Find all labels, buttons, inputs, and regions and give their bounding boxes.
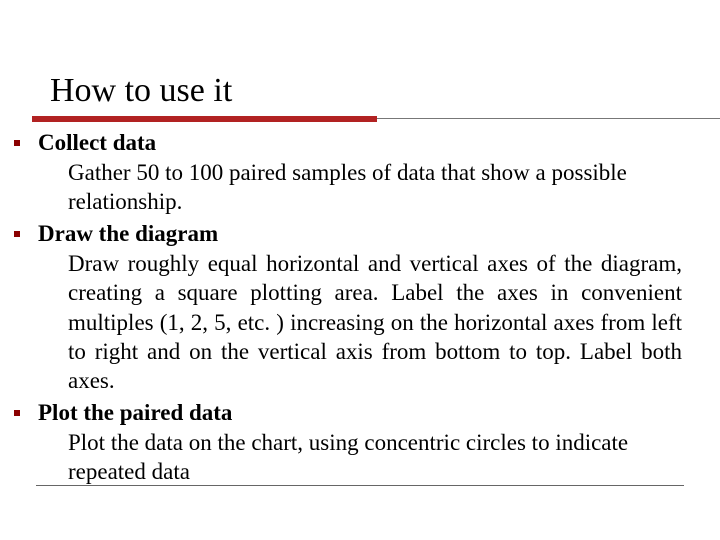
title-area: How to use it [0, 0, 720, 122]
title-rule-red [32, 116, 377, 122]
list-item: Collect data Gather 50 to 100 paired sam… [14, 128, 684, 217]
list-item: Plot the paired data Plot the data on th… [14, 398, 684, 487]
item-heading: Collect data [38, 128, 684, 158]
slide: How to use it Collect data Gather 50 to … [0, 0, 720, 540]
title-rule [50, 116, 680, 122]
bullet-icon [14, 140, 20, 146]
title-rule-gray [377, 118, 720, 119]
item-desc: Draw roughly equal horizontal and vertic… [38, 249, 684, 396]
content: Collect data Gather 50 to 100 paired sam… [0, 122, 720, 487]
item-heading: Draw the diagram [38, 219, 684, 249]
item-desc: Plot the data on the chart, using concen… [38, 428, 684, 487]
bullet-icon [14, 231, 20, 237]
list-item: Draw the diagram Draw roughly equal hori… [14, 219, 684, 396]
slide-title: How to use it [50, 72, 680, 110]
item-desc: Gather 50 to 100 paired samples of data … [38, 158, 684, 217]
bottom-rule [36, 485, 684, 486]
item-heading: Plot the paired data [38, 398, 684, 428]
bullet-icon [14, 410, 20, 416]
